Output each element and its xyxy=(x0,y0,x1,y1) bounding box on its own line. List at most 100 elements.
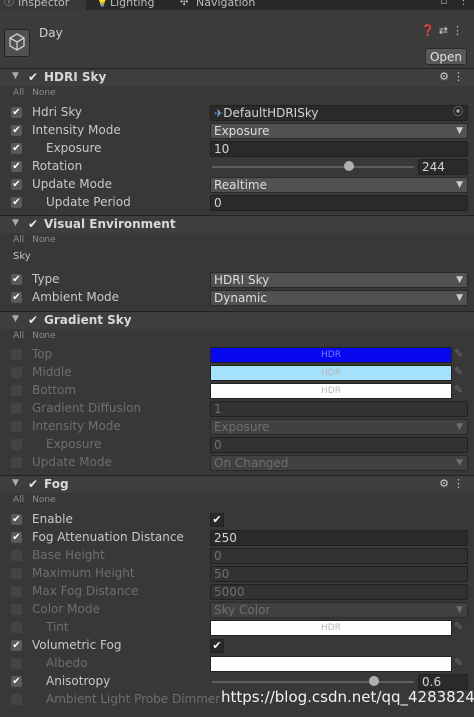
all-link[interactable]: All xyxy=(13,495,24,505)
settings-icon[interactable]: ⚙ xyxy=(439,70,453,83)
all-link[interactable]: All xyxy=(13,331,24,341)
all-none-toggle: All None xyxy=(13,235,64,245)
section-fog[interactable]: ▼ ✔ Fog ⚙⋮ xyxy=(0,475,474,493)
override-checkbox[interactable]: ✔ xyxy=(11,532,22,543)
object-picker-icon[interactable]: ⦿ xyxy=(453,106,463,120)
override-checkbox[interactable]: ✔ xyxy=(11,640,22,651)
enable-fog-checkbox[interactable]: ✔ xyxy=(210,513,224,527)
override-checkbox[interactable] xyxy=(11,604,22,615)
section-enable-check[interactable]: ✔ xyxy=(28,217,38,231)
base-height-field[interactable]: 0 xyxy=(210,548,468,564)
override-checkbox[interactable]: ✔ xyxy=(11,143,22,154)
override-checkbox[interactable]: ✔ xyxy=(11,107,22,118)
dropdown-arrow-icon: ▼ xyxy=(456,458,463,468)
override-checkbox[interactable] xyxy=(11,550,22,561)
fold-arrow-icon[interactable]: ▼ xyxy=(12,71,19,81)
update-mode-dropdown[interactable]: Realtime ▼ xyxy=(210,177,468,193)
row-label: Hdri Sky xyxy=(32,105,82,119)
maximum-height-field[interactable]: 50 xyxy=(210,566,468,582)
slider-knob[interactable] xyxy=(344,161,355,171)
exposure-field[interactable]: 10 xyxy=(210,141,468,157)
help-icon[interactable]: ❓ xyxy=(421,24,439,37)
override-checkbox[interactable]: ✔ xyxy=(11,179,22,190)
all-link[interactable]: All xyxy=(13,88,24,98)
eyedropper-icon[interactable]: ✎ xyxy=(454,620,463,633)
none-link[interactable]: None xyxy=(32,235,55,245)
override-checkbox[interactable] xyxy=(11,367,22,378)
eyedropper-icon[interactable]: ✎ xyxy=(454,656,463,669)
albedo-color-field[interactable] xyxy=(210,656,452,672)
color-mode-dropdown[interactable]: Sky Color ▼ xyxy=(210,602,468,618)
ambient-mode-dropdown[interactable]: Dynamic ▼ xyxy=(210,290,468,306)
more-icon[interactable]: ⋮ xyxy=(453,70,468,83)
none-link[interactable]: None xyxy=(32,495,55,505)
exposure-field[interactable]: 0 xyxy=(210,437,468,453)
none-link[interactable]: None xyxy=(32,331,55,341)
bulb-icon: 💡 xyxy=(96,0,109,8)
override-checkbox[interactable] xyxy=(11,586,22,597)
hdri-object-field[interactable]: ✈DefaultHDRISky ⦿ xyxy=(210,105,468,121)
override-checkbox[interactable]: ✔ xyxy=(11,292,22,303)
override-checkbox[interactable]: ✔ xyxy=(11,125,22,136)
slider-track[interactable] xyxy=(212,166,414,168)
window-menu-icon[interactable]: ⋮ xyxy=(458,0,469,7)
bottom-color-field[interactable]: HDR xyxy=(210,383,452,399)
override-checkbox[interactable]: ✔ xyxy=(11,676,22,687)
override-checkbox[interactable] xyxy=(11,403,22,414)
preset-icon[interactable]: ⇄ xyxy=(439,24,452,37)
override-checkbox[interactable]: ✔ xyxy=(11,274,22,285)
override-checkbox[interactable] xyxy=(11,421,22,432)
tab-lighting[interactable]: 💡 Lighting xyxy=(96,0,154,10)
top-color-field[interactable]: HDR xyxy=(210,347,452,363)
rotation-slider[interactable]: 244 xyxy=(210,159,468,175)
fold-arrow-icon[interactable]: ▼ xyxy=(12,218,19,228)
fold-arrow-icon[interactable]: ▼ xyxy=(12,478,19,488)
eyedropper-icon[interactable]: ✎ xyxy=(454,383,463,396)
slider-knob[interactable] xyxy=(368,676,379,686)
override-checkbox[interactable] xyxy=(11,694,22,705)
fog-attenuation-field[interactable]: 250 xyxy=(210,530,468,546)
tab-navigation[interactable]: ✣ Navigation xyxy=(180,0,255,10)
middle-color-field[interactable]: HDR xyxy=(210,365,452,381)
none-link[interactable]: None xyxy=(32,88,55,98)
tint-color-field[interactable]: HDR xyxy=(210,620,452,636)
update-mode-dropdown[interactable]: On Changed ▼ xyxy=(210,455,468,471)
gradient-diffusion-field[interactable]: 1 xyxy=(210,401,468,417)
volumetric-fog-checkbox[interactable]: ✔ xyxy=(210,639,224,653)
override-checkbox[interactable] xyxy=(11,385,22,396)
max-fog-distance-field[interactable]: 5000 xyxy=(210,584,468,600)
more-icon[interactable]: ⋮ xyxy=(452,24,467,37)
all-none-toggle: All None xyxy=(13,88,64,98)
eyedropper-icon[interactable]: ✎ xyxy=(454,347,463,360)
more-icon[interactable]: ⋮ xyxy=(453,477,468,490)
settings-icon[interactable]: ⚙ xyxy=(439,477,453,490)
open-button[interactable]: Open xyxy=(425,48,467,65)
override-checkbox[interactable]: ✔ xyxy=(11,197,22,208)
sky-type-dropdown[interactable]: HDRI Sky ▼ xyxy=(210,272,468,288)
section-hdri-sky[interactable]: ▼ ✔ HDRI Sky ⚙⋮ xyxy=(0,68,474,86)
section-visual-environment[interactable]: ▼ ✔ Visual Environment xyxy=(0,215,474,233)
fold-arrow-icon[interactable]: ▼ xyxy=(12,314,19,324)
section-enable-check[interactable]: ✔ xyxy=(28,477,38,491)
override-checkbox[interactable] xyxy=(11,457,22,468)
tab-inspector[interactable]: ⓘ Inspector xyxy=(0,0,86,10)
slider-track[interactable] xyxy=(212,681,414,683)
dropdown-arrow-icon: ▼ xyxy=(456,180,463,190)
override-checkbox[interactable] xyxy=(11,439,22,450)
eyedropper-icon[interactable]: ✎ xyxy=(454,365,463,378)
intensity-mode-dropdown[interactable]: Exposure ▼ xyxy=(210,123,468,139)
section-enable-check[interactable]: ✔ xyxy=(28,313,38,327)
all-link[interactable]: All xyxy=(13,235,24,245)
window-maximize-icon[interactable]: ▫ xyxy=(440,0,447,7)
override-checkbox[interactable] xyxy=(11,622,22,633)
override-checkbox[interactable] xyxy=(11,658,22,669)
section-gradient-sky[interactable]: ▼ ✔ Gradient Sky xyxy=(0,311,474,329)
override-checkbox[interactable]: ✔ xyxy=(11,514,22,525)
override-checkbox[interactable] xyxy=(11,349,22,360)
intensity-mode-dropdown[interactable]: Exposure ▼ xyxy=(210,419,468,435)
update-period-field[interactable]: 0 xyxy=(210,195,468,211)
section-enable-check[interactable]: ✔ xyxy=(28,70,38,84)
override-checkbox[interactable]: ✔ xyxy=(11,161,22,172)
rotation-value-field[interactable]: 244 xyxy=(418,159,468,175)
override-checkbox[interactable] xyxy=(11,568,22,579)
